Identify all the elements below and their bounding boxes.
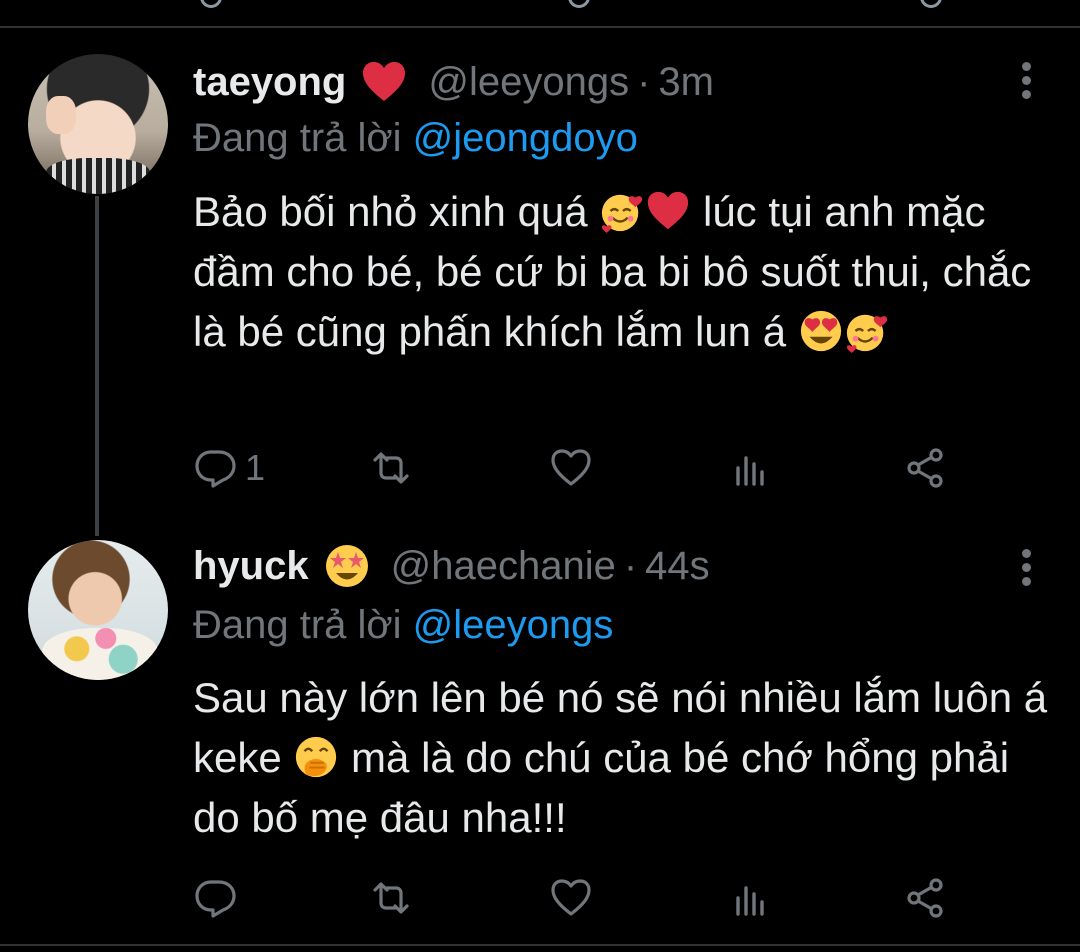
tweet-header: hyuck @haechanie · 44s [193,542,710,590]
replying-prefix: Đang trả lời [193,603,402,647]
display-name[interactable]: hyuck [193,544,309,589]
star-struck-icon [323,542,375,590]
reply-button[interactable]: 1 [193,446,265,490]
retweet-button[interactable] [369,446,413,490]
reply-button[interactable] [193,876,237,920]
display-name[interactable]: taeyong [193,60,346,105]
stats-button[interactable] [729,446,773,490]
user-handle[interactable]: @haechanie [391,544,616,589]
replying-to: Đang trả lời @jeongdoyo [193,116,638,161]
avatar-shirt [46,158,150,194]
like-icon [549,876,593,920]
tweet-body: Sau này lớn lên bé nó sẽ nói nhiều lắm l… [193,668,1053,848]
retweet-icon [369,446,413,490]
more-icon[interactable] [1020,62,1032,102]
like-icon[interactable] [568,0,590,8]
retweet-button[interactable] [369,876,413,920]
smiling-face-with-hearts-icon [844,308,890,354]
tweet-header: taeyong @leeyongs · 3m [193,58,714,106]
stats-icon [729,876,773,920]
avatar-shirt [42,628,158,680]
reply-icon [193,446,237,490]
heart-eyes-icon [798,308,844,354]
replying-to: Đang trả lời @leeyongs [193,603,613,648]
avatar-hand [46,96,76,134]
retweet-icon [369,876,413,920]
tweet-actions: 1 [193,446,973,496]
timestamp[interactable]: 3m [658,60,714,105]
tweet-text: Bảo bối nhỏ xinh quá [193,188,600,235]
share-icon [903,876,947,920]
red-heart-icon [360,58,412,106]
like-icon [549,446,593,490]
share-button[interactable] [903,876,947,920]
tweet-actions [193,876,973,926]
reply-icon[interactable] [200,0,222,8]
share-icon [903,446,947,490]
share-icon[interactable] [920,0,942,8]
like-button[interactable] [549,876,593,920]
separator-dot: · [623,543,638,588]
stats-button[interactable] [729,876,773,920]
divider [0,944,1080,946]
user-handle[interactable]: @leeyongs [428,60,629,105]
previous-tweet-action-bar [0,0,1080,26]
reply-count: 1 [245,447,266,488]
tweet-body: Bảo bối nhỏ xinh quá lúc tụi anh mặc đầm… [193,182,1053,362]
reply-icon [193,876,237,920]
mention-link[interactable]: @jeongdoyo [413,116,638,160]
separator-dot: · [637,59,651,104]
red-heart-icon [645,188,691,234]
share-button[interactable] [903,446,947,490]
like-button[interactable] [549,446,593,490]
timestamp[interactable]: 44s [645,544,710,589]
avatar[interactable] [28,540,168,680]
face-with-hand-over-mouth-icon [293,734,339,780]
mention-link[interactable]: @leeyongs [413,603,614,647]
divider [0,26,1080,28]
smiling-face-with-hearts-icon [599,188,645,234]
avatar[interactable] [28,54,168,194]
thread-connector-line [95,196,99,536]
replying-prefix: Đang trả lời [193,116,402,160]
more-icon[interactable] [1020,549,1032,589]
stats-icon [729,446,773,490]
